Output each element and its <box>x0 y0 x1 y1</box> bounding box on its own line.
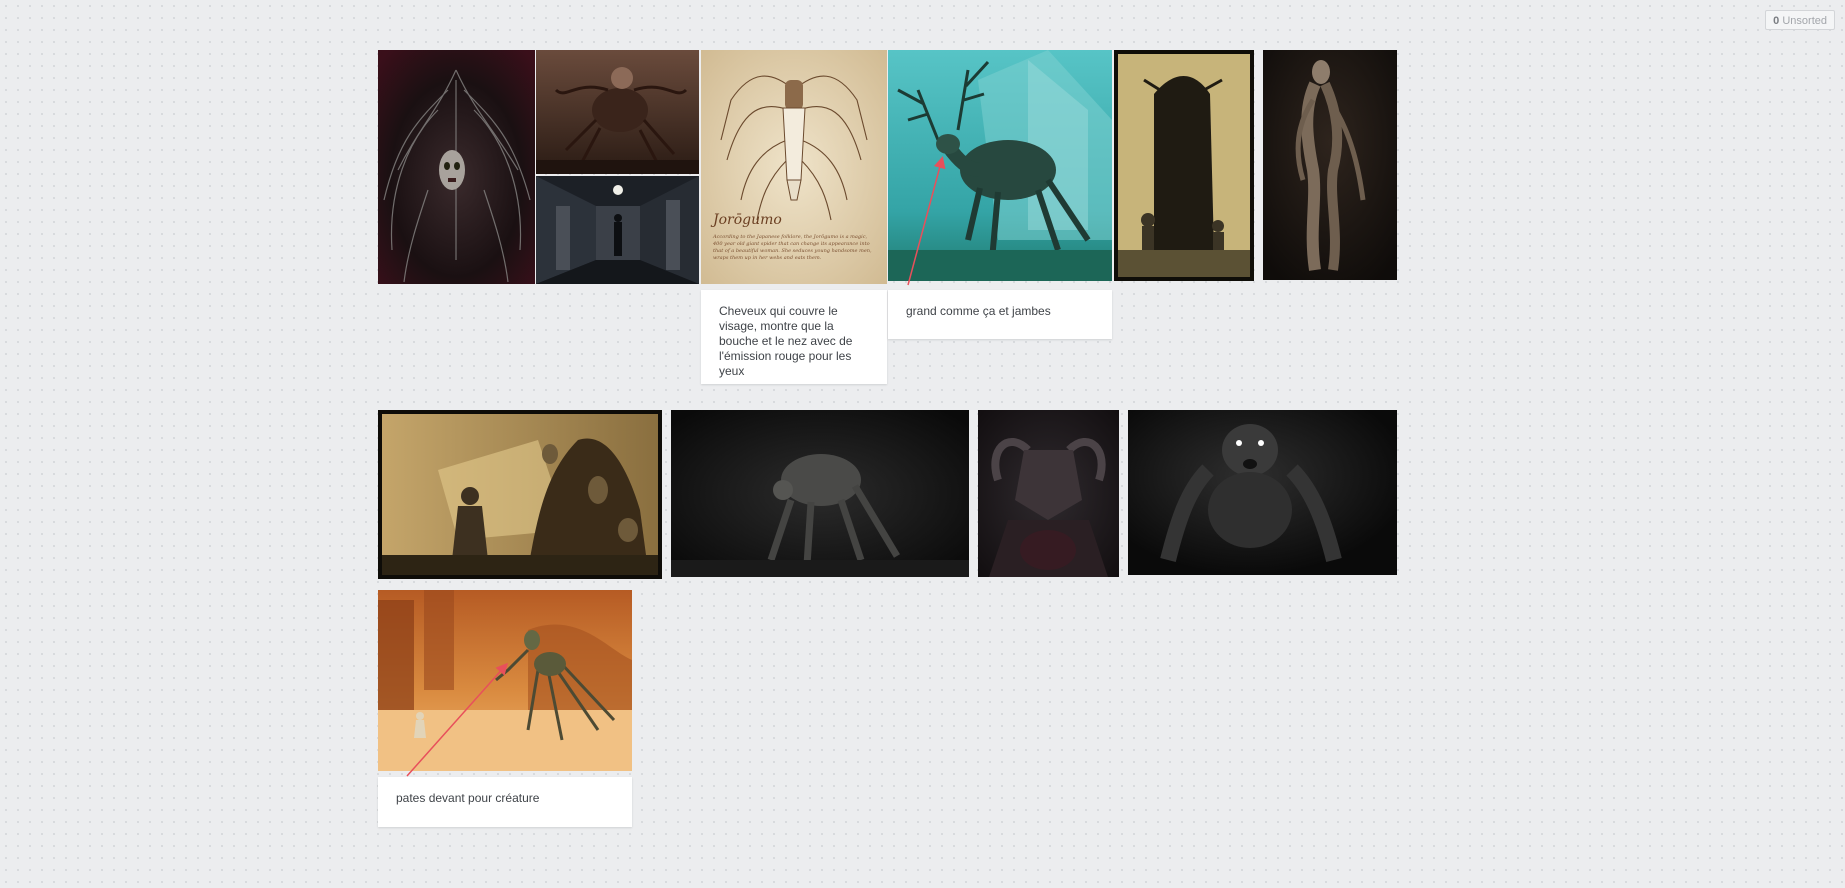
image-card-jorogumo[interactable]: Jorōgumo According to the Japanese folkl… <box>701 50 887 284</box>
note-legs-description[interactable]: pates devant pour créature <box>378 777 632 827</box>
image-card-cloaked-figure[interactable] <box>1114 50 1254 281</box>
jorogumo-description: According to the Japanese folklore, the … <box>713 234 872 261</box>
image-card-pale-figure[interactable] <box>1263 50 1397 280</box>
image-card-antlered-creature[interactable] <box>888 50 1112 281</box>
moodboard-canvas[interactable]: 0 Unsorted Jorōgumo According to the Jap… <box>0 0 1845 888</box>
unsorted-label: Unsorted <box>1782 15 1827 27</box>
image-card-lantern-tree[interactable] <box>378 410 662 579</box>
image-card-spine-creature[interactable] <box>378 50 535 284</box>
unsorted-counter-button[interactable]: 0 Unsorted <box>1765 10 1835 30</box>
cloaked-figure-image <box>1114 50 1254 281</box>
image-card-hallway[interactable] <box>536 176 699 284</box>
hallway-image <box>536 176 699 284</box>
note-legs-text: pates devant pour créature <box>396 791 540 805</box>
horned-demon-image <box>978 410 1119 577</box>
hairy-crawler-image <box>536 50 699 174</box>
hunched-figure-image <box>671 410 969 577</box>
note-hair-text: Cheveux qui couvre le visage, montre que… <box>719 304 853 378</box>
arena-mantis-image <box>378 590 632 771</box>
antlered-creature-image <box>888 50 1112 281</box>
jorogumo-title: Jorōgumo <box>713 212 782 228</box>
image-card-arena-mantis[interactable] <box>378 590 632 771</box>
image-card-hairy-crawler[interactable] <box>536 50 699 174</box>
image-card-glowing-eyes[interactable] <box>1128 410 1397 575</box>
glowing-eyes-image <box>1128 410 1397 575</box>
unsorted-count: 0 <box>1773 15 1780 27</box>
lantern-tree-image <box>378 410 662 579</box>
spine-creature-image <box>378 50 535 284</box>
note-size-text: grand comme ça et jambes <box>906 304 1051 318</box>
image-card-horned-demon[interactable] <box>978 410 1119 577</box>
image-card-hunched-figure[interactable] <box>671 410 969 577</box>
note-hair-description[interactable]: Cheveux qui couvre le visage, montre que… <box>701 290 887 384</box>
note-size-description[interactable]: grand comme ça et jambes <box>888 290 1112 339</box>
pale-figure-image <box>1263 50 1397 280</box>
